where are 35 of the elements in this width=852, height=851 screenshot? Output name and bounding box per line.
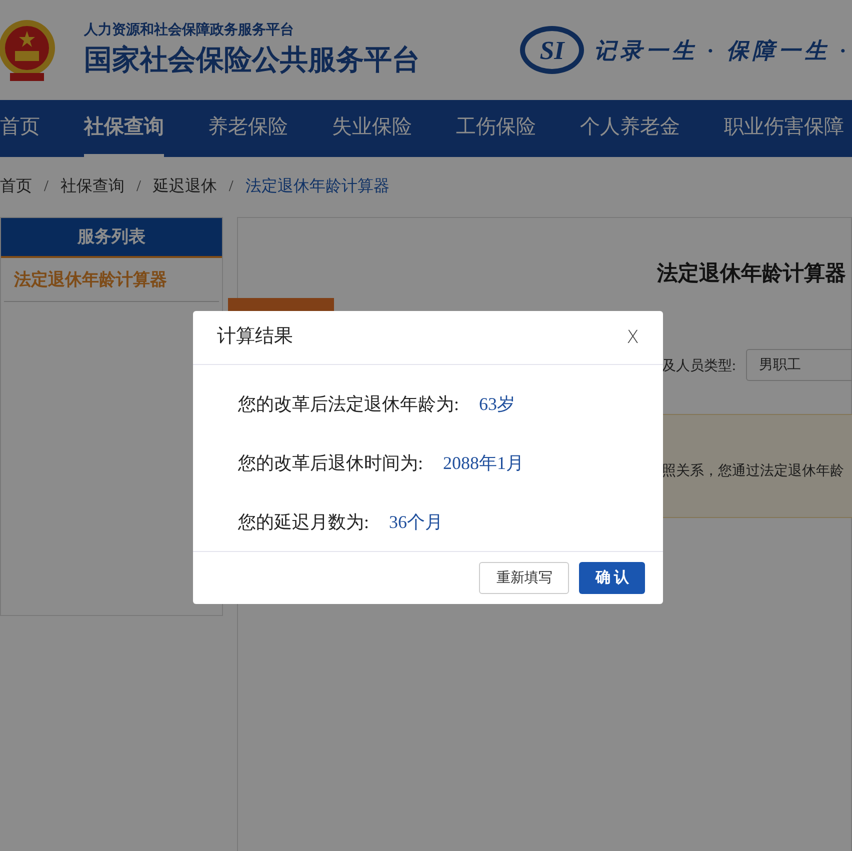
result-value: 2088年1月 — [443, 452, 524, 475]
nav-item[interactable]: 失业保险 — [332, 100, 412, 157]
result-label: 您的延迟月数为: — [238, 511, 370, 534]
reset-button[interactable]: 重新填写 — [479, 562, 570, 594]
nav-item[interactable]: 个人养老金 — [580, 100, 680, 157]
nav-item[interactable]: 养老保险 — [208, 100, 288, 157]
breadcrumb-separator: / — [136, 177, 141, 197]
field-label: 及人员类型: — [662, 358, 736, 376]
close-button[interactable]: X — [626, 324, 639, 351]
breadcrumb-separator: / — [228, 177, 234, 197]
sidebar-item[interactable]: 法定退休年龄计算器 — [4, 258, 219, 302]
nav-item[interactable]: 首页 — [0, 100, 40, 157]
notice-text: 照关系，您通过法定退休年龄 — [662, 462, 844, 481]
breadcrumb-separator: / — [44, 177, 48, 197]
result-value: 36个月 — [389, 511, 444, 534]
calculator-title: 法定退休年龄计算器 — [657, 260, 846, 287]
platform-subtitle: 人力资源和社会保障政务服务平台 — [84, 22, 295, 40]
result-value: 63岁 — [479, 393, 516, 416]
slogan: 记录一生 · 保障一生 · — [594, 36, 850, 64]
breadcrumb-link[interactable]: 首页 — [0, 175, 32, 199]
confirm-button[interactable]: 确 认 — [579, 562, 645, 594]
sidebar-title: 服务列表 — [1, 218, 222, 258]
dialog-title: 计算结果 — [217, 325, 293, 350]
nav-item[interactable]: 职业伤害保障 — [724, 100, 844, 157]
platform-title: 国家社会保险公共服务平台 — [84, 44, 420, 78]
breadcrumb-link[interactable]: 延迟退休 — [152, 175, 217, 199]
person-type-select[interactable]: 男职工 — [746, 349, 852, 381]
emblem-icon — [0, 17, 56, 83]
breadcrumb-link[interactable]: 社保查询 — [60, 175, 124, 199]
nav-item[interactable]: 工伤保险 — [456, 100, 536, 157]
result-label: 您的改革后退休时间为: — [238, 452, 424, 475]
result-label: 您的改革后法定退休年龄为: — [238, 393, 460, 416]
nav-item[interactable]: 社保查询 — [84, 100, 164, 157]
breadcrumb-link[interactable]: 法定退休年龄计算器 — [245, 175, 390, 199]
si-logo: SI — [520, 26, 584, 74]
